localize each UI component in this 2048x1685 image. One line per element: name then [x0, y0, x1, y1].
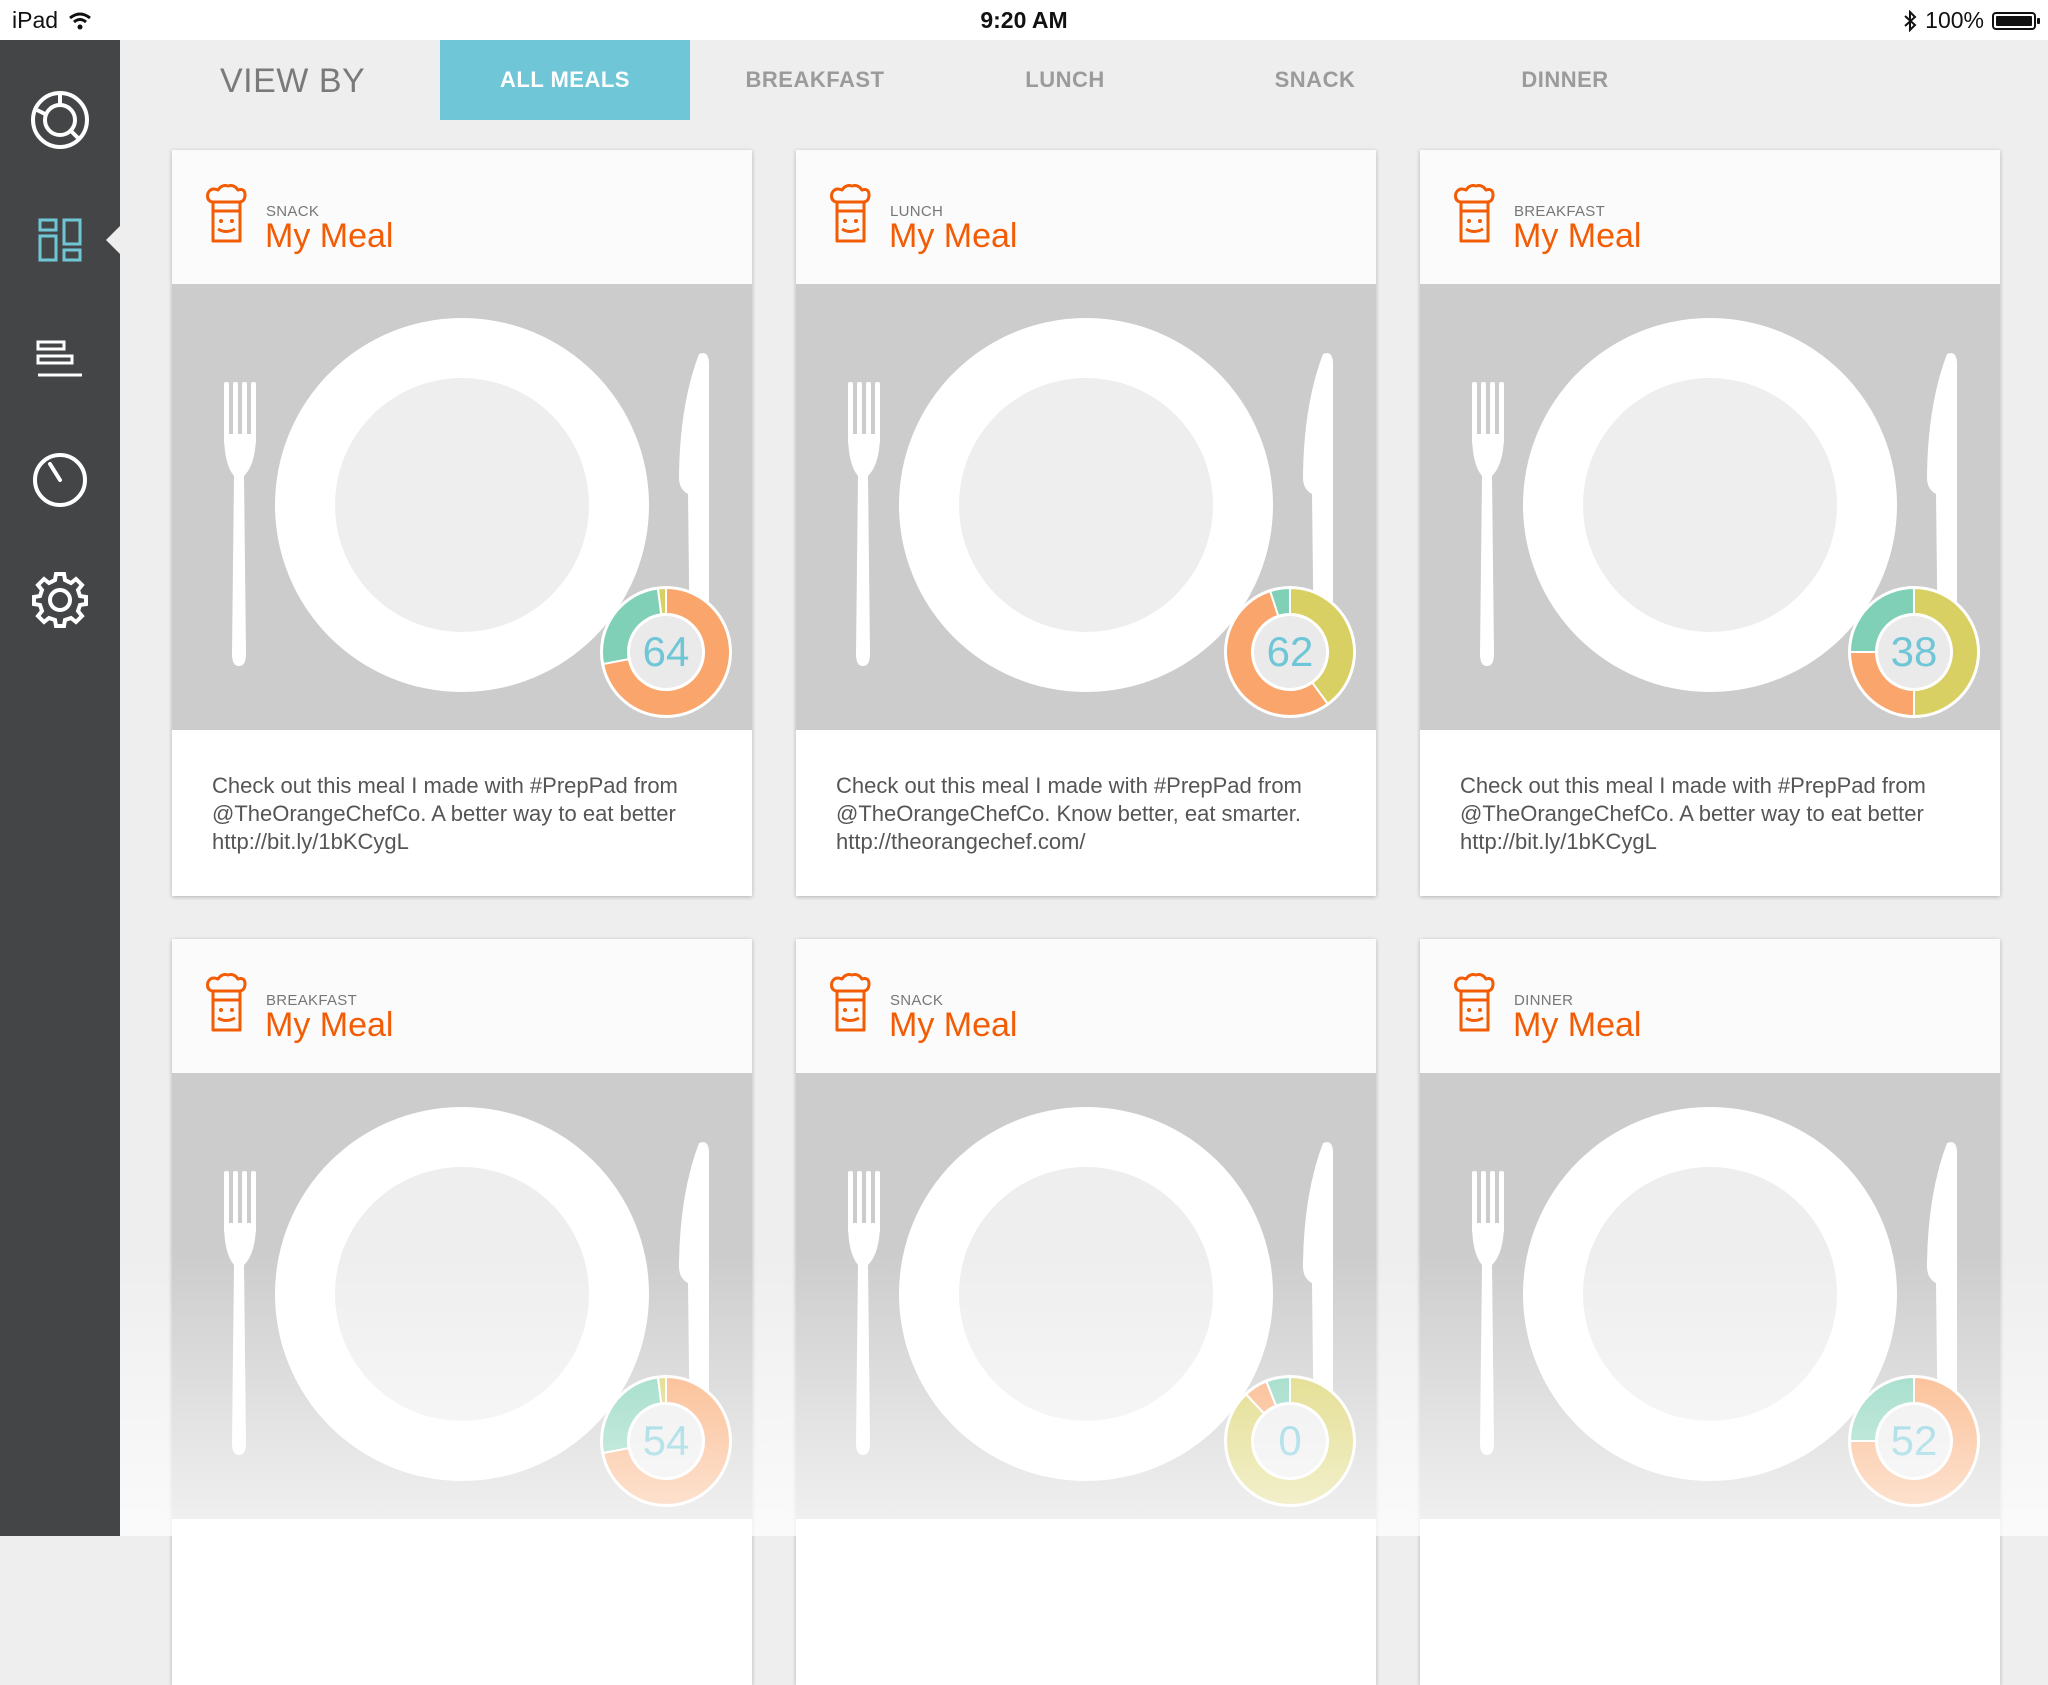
meal-score: 62 — [1266, 628, 1314, 675]
view-by-label: VIEW BY — [220, 62, 366, 100]
meal-photo[interactable]: 38 — [1420, 284, 2000, 730]
chef-icon — [204, 973, 248, 1042]
meal-score: 64 — [642, 628, 690, 675]
meal-score: 54 — [642, 1417, 690, 1464]
card-header: SNACK My Meal — [172, 150, 752, 284]
card-body — [172, 1519, 752, 1685]
card-header: SNACK My Meal — [796, 939, 1376, 1073]
tab-lunch[interactable]: LUNCH — [940, 40, 1190, 120]
meal-title: My Meal — [265, 1006, 394, 1044]
tab-all-meals[interactable]: ALL MEALS — [440, 40, 690, 120]
nav-reports[interactable] — [0, 312, 120, 408]
meal-photo[interactable]: 0 — [796, 1073, 1376, 1519]
card-header: BREAKFAST My Meal — [1420, 150, 2000, 284]
card-body: Check out this meal I made with #PrepPad… — [172, 730, 752, 896]
meal-score: 38 — [1890, 628, 1938, 675]
meal-photo[interactable]: 62 — [796, 284, 1376, 730]
clock: 9:20 AM — [980, 7, 1068, 33]
meal-card[interactable]: SNACK My Meal 64 Check out this meal I m… — [172, 150, 752, 896]
dashboard-ring-icon — [31, 91, 89, 149]
battery-percent: 100% — [1925, 7, 1984, 33]
meal-title: My Meal — [1513, 217, 1642, 255]
meal-photo[interactable]: 64 — [172, 284, 752, 730]
meal-card[interactable]: LUNCH My Meal 62 Check out this meal I m… — [796, 150, 1376, 896]
card-body — [1420, 1519, 2000, 1685]
meal-photo[interactable]: 52 — [1420, 1073, 2000, 1519]
meal-photo[interactable]: 54 — [172, 1073, 752, 1519]
nav-settings[interactable] — [0, 552, 120, 648]
meal-card[interactable]: SNACK My Meal 0 — [796, 939, 1376, 1685]
chef-icon — [1452, 973, 1496, 1042]
meal-title: My Meal — [265, 217, 394, 255]
status-bar: iPad 9:20 AM 100% — [0, 0, 2048, 40]
meal-score: 0 — [1278, 1417, 1302, 1464]
battery-icon — [1992, 11, 2040, 30]
sidebar — [0, 40, 120, 1536]
share-caption: Check out this meal I made with #PrepPad… — [212, 773, 678, 854]
card-header: DINNER My Meal — [1420, 939, 2000, 1073]
chef-icon — [828, 184, 872, 253]
filter-bar: VIEW BY ALL MEALS BREAKFAST LUNCH SNACK … — [120, 40, 2048, 120]
list-bars-icon — [36, 340, 82, 377]
chef-icon — [204, 184, 248, 253]
tab-breakfast[interactable]: BREAKFAST — [690, 40, 940, 120]
chef-icon — [1452, 184, 1496, 253]
card-body — [796, 1519, 1376, 1685]
nav-timer[interactable] — [0, 432, 120, 528]
meal-card[interactable]: DINNER My Meal 52 — [1420, 939, 2000, 1685]
card-header: BREAKFAST My Meal — [172, 939, 752, 1073]
tab-dinner[interactable]: DINNER — [1440, 40, 1690, 120]
meal-title: My Meal — [889, 217, 1018, 255]
meal-title: My Meal — [1513, 1006, 1642, 1044]
meal-card[interactable]: BREAKFAST My Meal 38 Check out this meal… — [1420, 150, 2000, 896]
grid-icon — [38, 218, 82, 262]
timer-icon — [33, 453, 87, 507]
chef-icon — [828, 973, 872, 1042]
bluetooth-icon — [1904, 9, 1917, 32]
nav-meals[interactable] — [0, 192, 120, 288]
card-body: Check out this meal I made with #PrepPad… — [1420, 730, 2000, 896]
meal-score: 52 — [1890, 1417, 1938, 1464]
nav-dashboard[interactable] — [0, 72, 120, 168]
meal-card[interactable]: BREAKFAST My Meal 54 — [172, 939, 752, 1685]
meal-title: My Meal — [889, 1006, 1018, 1044]
card-body: Check out this meal I made with #PrepPad… — [796, 730, 1376, 896]
gear-icon — [32, 572, 88, 628]
share-caption: Check out this meal I made with #PrepPad… — [1460, 773, 1926, 854]
card-header: LUNCH My Meal — [796, 150, 1376, 284]
tab-snack[interactable]: SNACK — [1190, 40, 1440, 120]
share-caption: Check out this meal I made with #PrepPad… — [836, 773, 1302, 854]
